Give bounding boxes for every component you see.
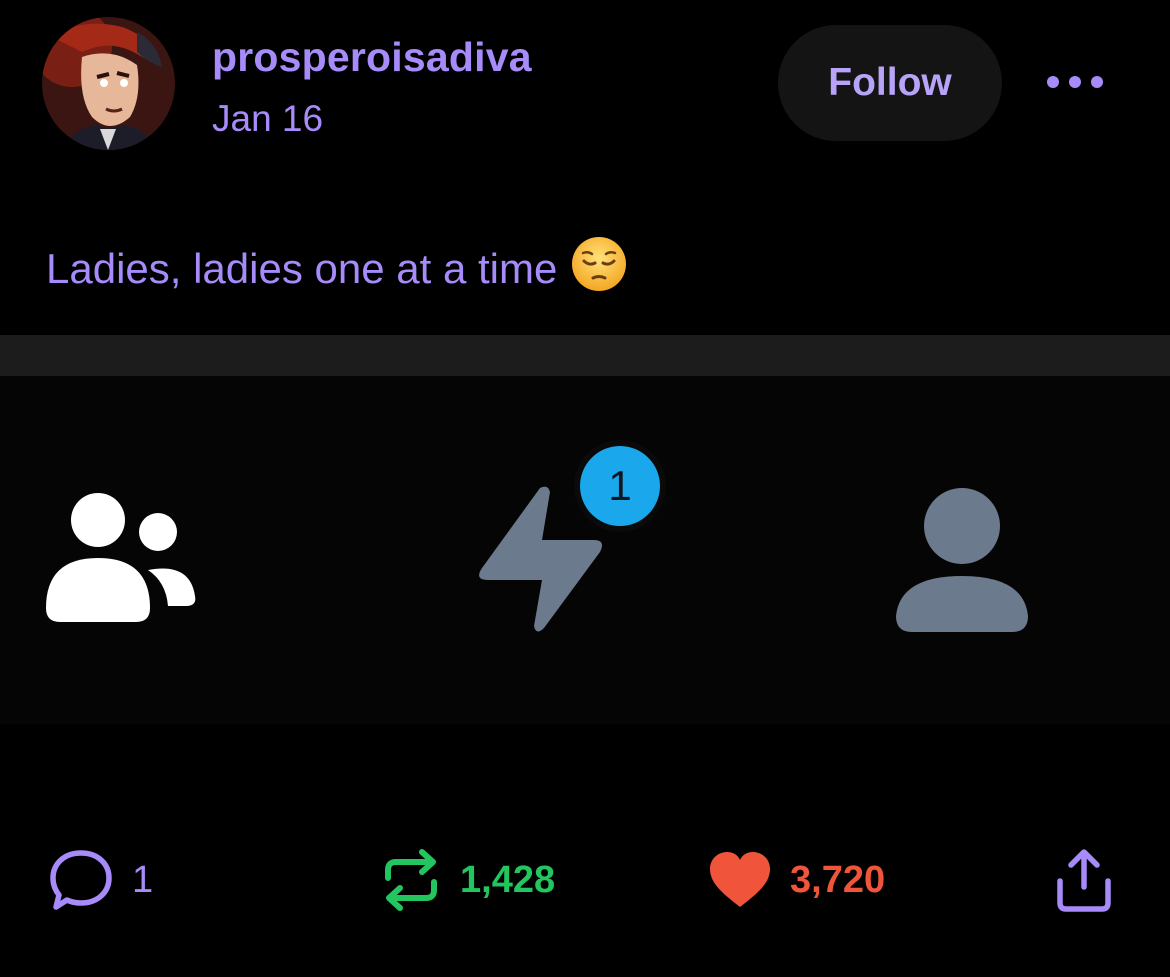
- person-icon: [896, 488, 1028, 632]
- post-screen: prosperoisadiva Jan 16 Follow Ladies, la…: [0, 0, 1170, 977]
- notification-count: 1: [580, 446, 660, 526]
- like-button[interactable]: 3,720: [708, 840, 885, 920]
- more-options-icon[interactable]: [1040, 60, 1110, 104]
- follow-button[interactable]: Follow: [778, 25, 1002, 141]
- post-text: Ladies, ladies one at a time: [46, 245, 558, 292]
- repost-button[interactable]: 1,428: [380, 840, 555, 920]
- reply-icon: [50, 850, 112, 910]
- repost-icon: [385, 849, 437, 911]
- people-icon: [46, 493, 196, 622]
- reply-count: 1: [132, 858, 154, 901]
- like-count: 3,720: [790, 858, 886, 901]
- username[interactable]: prosperoisadiva: [212, 34, 532, 81]
- post-date[interactable]: Jan 16: [212, 98, 323, 140]
- notification-badge: 1: [574, 440, 666, 532]
- tab-communities[interactable]: [40, 490, 200, 635]
- repost-count: 1,428: [460, 858, 556, 901]
- tab-profile[interactable]: [892, 486, 1032, 641]
- share-icon: [1057, 849, 1111, 912]
- share-button[interactable]: [1054, 840, 1114, 920]
- reply-button[interactable]: 1: [48, 840, 153, 920]
- heart-icon: [710, 852, 770, 907]
- pensive-emoji: [571, 236, 627, 302]
- avatar[interactable]: [42, 17, 175, 150]
- divider: [0, 335, 1170, 376]
- post-body: Ladies, ladies one at a time: [46, 236, 627, 302]
